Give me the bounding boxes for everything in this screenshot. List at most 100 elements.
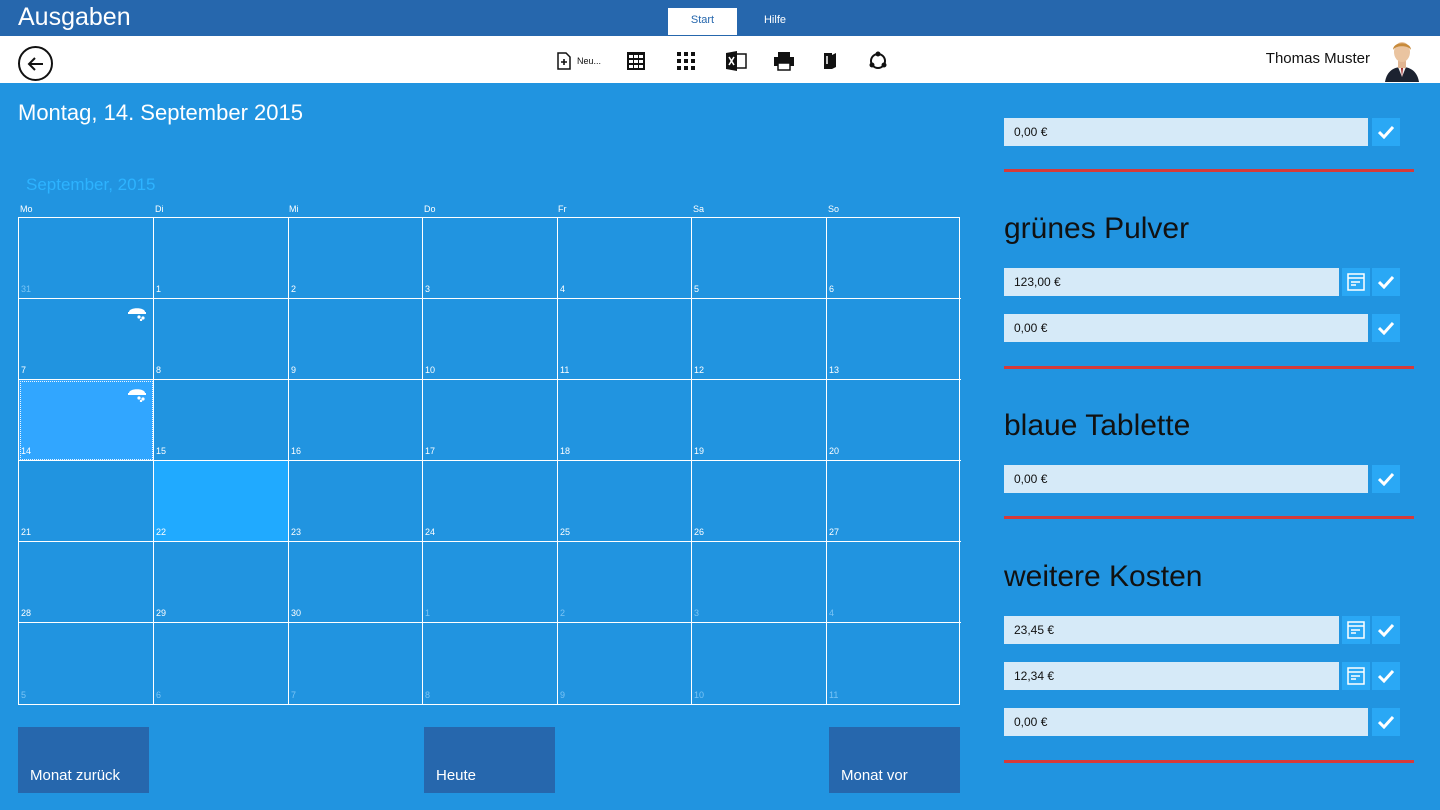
confirm-button[interactable] bbox=[1372, 662, 1400, 690]
amount-field[interactable]: 0,00 € bbox=[1004, 708, 1368, 736]
calendar-day-cell[interactable]: 7 bbox=[19, 299, 154, 380]
day-number: 1 bbox=[425, 608, 431, 618]
calendar-day-cell[interactable]: 5 bbox=[19, 623, 154, 704]
calendar-day-cell[interactable]: 30 bbox=[289, 542, 423, 623]
day-number: 8 bbox=[425, 690, 431, 700]
edit-button[interactable] bbox=[1342, 268, 1370, 296]
back-button[interactable] bbox=[18, 46, 53, 81]
calendar-day-cell[interactable]: 6 bbox=[827, 218, 961, 299]
calendar-day-cell[interactable]: 16 bbox=[289, 380, 423, 461]
calendar-day-cell[interactable]: 1 bbox=[154, 218, 289, 299]
calendar-day-cell[interactable]: 10 bbox=[423, 299, 558, 380]
calendar-day-cell[interactable]: 6 bbox=[154, 623, 289, 704]
day-number: 2 bbox=[291, 284, 297, 294]
calendar-day-cell[interactable]: 23 bbox=[289, 461, 423, 542]
tab-hilfe[interactable]: Hilfe bbox=[737, 8, 813, 35]
calendar-day-cell[interactable]: 4 bbox=[558, 218, 692, 299]
confirm-button[interactable] bbox=[1372, 118, 1400, 146]
new-button[interactable]: Neu... bbox=[555, 50, 601, 72]
calendar-day-cell[interactable]: 11 bbox=[827, 623, 961, 704]
day-number: 9 bbox=[560, 690, 566, 700]
calculator-button[interactable] bbox=[626, 50, 646, 72]
edit-note-icon bbox=[1347, 273, 1365, 291]
weekday-label: Mi bbox=[289, 204, 299, 214]
calendar-day-cell[interactable]: 13 bbox=[827, 299, 961, 380]
calendar-day-cell[interactable]: 31 bbox=[19, 218, 154, 299]
app-title: Ausgaben bbox=[18, 3, 131, 31]
calendar-day-cell[interactable]: 8 bbox=[154, 299, 289, 380]
confirm-button[interactable] bbox=[1372, 616, 1400, 644]
user-name[interactable]: Thomas Muster bbox=[1266, 50, 1370, 67]
amount-field[interactable]: 0,00 € bbox=[1004, 118, 1368, 146]
confirm-button[interactable] bbox=[1372, 314, 1400, 342]
avatar[interactable] bbox=[1383, 37, 1421, 82]
day-number: 25 bbox=[560, 527, 571, 537]
calendar-day-cell[interactable]: 5 bbox=[692, 218, 827, 299]
day-number: 3 bbox=[694, 608, 700, 618]
tab-start[interactable]: Start bbox=[668, 8, 737, 35]
confirm-button[interactable] bbox=[1372, 708, 1400, 736]
amount-field[interactable]: 12,34 € bbox=[1004, 662, 1339, 690]
day-number: 20 bbox=[829, 446, 840, 456]
day-number: 28 bbox=[21, 608, 32, 618]
amount-field[interactable]: 123,00 € bbox=[1004, 268, 1339, 296]
prev-month-button[interactable]: Monat zurück bbox=[18, 727, 149, 793]
calendar-day-cell[interactable]: 2 bbox=[289, 218, 423, 299]
checkmark-icon bbox=[1378, 472, 1394, 486]
calendar-day-cell[interactable]: 29 bbox=[154, 542, 289, 623]
day-number: 4 bbox=[560, 284, 566, 294]
calendar-day-cell[interactable]: 24 bbox=[423, 461, 558, 542]
day-number: 18 bbox=[560, 446, 571, 456]
section-title: grünes Pulver bbox=[1004, 212, 1190, 245]
confirm-button[interactable] bbox=[1372, 465, 1400, 493]
calendar-day-cell[interactable]: 28 bbox=[19, 542, 154, 623]
calendar-day-cell[interactable]: 27 bbox=[827, 461, 961, 542]
calendar-day-cell[interactable]: 12 bbox=[692, 299, 827, 380]
calendar-day-cell[interactable]: 4 bbox=[827, 542, 961, 623]
calendar-day-cell[interactable]: 3 bbox=[692, 542, 827, 623]
edit-button[interactable] bbox=[1342, 662, 1370, 690]
today-button[interactable]: Heute bbox=[424, 727, 555, 793]
pill-icon bbox=[128, 308, 146, 322]
book-button[interactable] bbox=[821, 50, 839, 72]
calendar-day-cell[interactable]: 15 bbox=[154, 380, 289, 461]
day-number: 21 bbox=[21, 527, 32, 537]
amount-field[interactable]: 23,45 € bbox=[1004, 616, 1339, 644]
calendar-day-cell[interactable]: 10 bbox=[692, 623, 827, 704]
calendar-day-cell[interactable]: 21 bbox=[19, 461, 154, 542]
calendar-day-cell[interactable]: 17 bbox=[423, 380, 558, 461]
calendar-day-cell[interactable]: 22 bbox=[154, 461, 289, 542]
section-title: weitere Kosten bbox=[1004, 560, 1203, 593]
edit-button[interactable] bbox=[1342, 616, 1370, 644]
sync-button[interactable] bbox=[868, 50, 888, 72]
calendar-day-cell[interactable]: 2 bbox=[558, 542, 692, 623]
weekday-header: Mo Di Mi Do Fr Sa So bbox=[18, 204, 960, 216]
confirm-button[interactable] bbox=[1372, 268, 1400, 296]
calendar-day-cell[interactable]: 19 bbox=[692, 380, 827, 461]
checkmark-icon bbox=[1378, 275, 1394, 289]
day-number: 24 bbox=[425, 527, 436, 537]
calendar-day-cell[interactable]: 25 bbox=[558, 461, 692, 542]
day-number: 11 bbox=[829, 690, 839, 700]
apps-button[interactable] bbox=[676, 50, 696, 72]
calendar-day-cell[interactable]: 20 bbox=[827, 380, 961, 461]
calendar-day-cell[interactable]: 26 bbox=[692, 461, 827, 542]
weekday-label: Di bbox=[155, 204, 164, 214]
calendar-day-cell[interactable]: 8 bbox=[423, 623, 558, 704]
calendar-day-cell[interactable]: 1 bbox=[423, 542, 558, 623]
calendar-day-cell[interactable]: 9 bbox=[289, 299, 423, 380]
next-month-button[interactable]: Monat vor bbox=[829, 727, 960, 793]
day-number: 6 bbox=[156, 690, 162, 700]
amount-field[interactable]: 0,00 € bbox=[1004, 465, 1368, 493]
day-number: 12 bbox=[694, 365, 705, 375]
calendar-day-cell[interactable]: 7 bbox=[289, 623, 423, 704]
calendar-day-cell[interactable]: 3 bbox=[423, 218, 558, 299]
calendar-day-cell[interactable]: 9 bbox=[558, 623, 692, 704]
calendar-day-cell[interactable]: 14 bbox=[19, 380, 154, 461]
excel-export-button[interactable] bbox=[725, 50, 747, 72]
medication-marker bbox=[127, 305, 147, 326]
calendar-day-cell[interactable]: 18 bbox=[558, 380, 692, 461]
amount-field[interactable]: 0,00 € bbox=[1004, 314, 1368, 342]
print-button[interactable] bbox=[773, 50, 795, 72]
calendar-day-cell[interactable]: 11 bbox=[558, 299, 692, 380]
